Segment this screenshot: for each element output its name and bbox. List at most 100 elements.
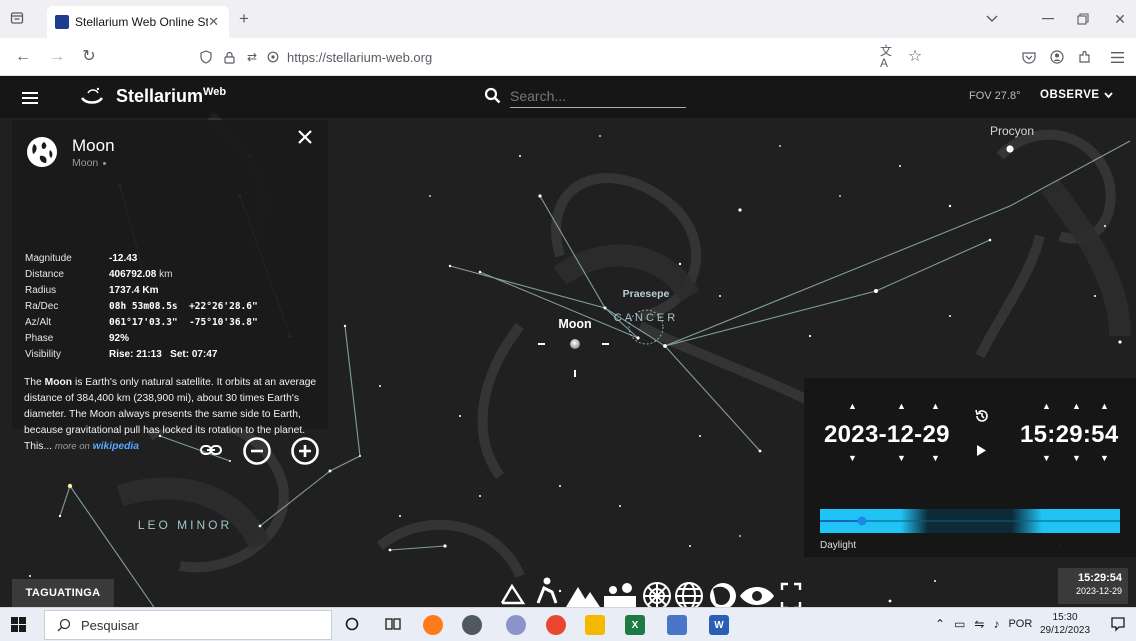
logo-main-text: Stellarium — [116, 86, 204, 106]
object-description: The Moon is Earth's only natural satelli… — [24, 375, 322, 455]
extensions-icon[interactable] — [1076, 49, 1094, 65]
minimize-icon[interactable] — [1040, 11, 1056, 27]
account-icon[interactable] — [1048, 49, 1066, 65]
reset-time-icon[interactable] — [974, 408, 990, 424]
stellarium-app: Procyon Praesepe CANCER Moon LEO MINOR S… — [0, 76, 1136, 607]
bottom-clock-time: 15:29:54 — [1077, 572, 1122, 584]
bottom-clock[interactable]: 15:29:54 2023-12-29 — [1058, 568, 1128, 604]
logo-sup-text: Web — [203, 86, 227, 98]
minute-down-icon[interactable]: ▼ — [1072, 454, 1081, 463]
permissions-icon[interactable]: ⇄ — [244, 50, 260, 64]
stellarium-logo-icon — [80, 84, 104, 108]
object-title: Moon — [72, 136, 115, 155]
daylight-slider[interactable] — [820, 509, 1120, 533]
pocket-icon[interactable] — [1020, 49, 1038, 65]
leo-minor-label: LEO MINOR — [138, 518, 232, 532]
month-up-icon[interactable]: ▲ — [897, 402, 906, 411]
object-properties-table: Magnitude -12.43 Distance 406792.08 km Rad… — [25, 251, 258, 363]
tab-title: Stellarium Web Online Star Map — [75, 15, 209, 29]
slider-thumb[interactable] — [857, 516, 867, 526]
hour-up-icon[interactable]: ▲ — [1042, 402, 1051, 411]
task-view-icon[interactable] — [385, 617, 401, 633]
month-down-icon[interactable]: ▼ — [897, 454, 906, 463]
list-all-tabs-icon[interactable] — [984, 12, 1000, 26]
second-up-icon[interactable]: ▲ — [1100, 402, 1109, 411]
language-indicator[interactable]: POR — [1008, 618, 1032, 630]
battery-icon[interactable]: ▭ — [954, 617, 965, 631]
app-top-bar: StellariumWeb FOV 27.8° OBSERVE — [0, 76, 1136, 118]
zoom-in-icon[interactable] — [290, 436, 320, 466]
hamburger-menu-icon[interactable] — [22, 91, 38, 104]
play-icon[interactable] — [976, 444, 990, 458]
chrome-icon[interactable] — [546, 615, 566, 635]
bottom-clock-date: 2023-12-29 — [1075, 586, 1122, 596]
minute-up-icon[interactable]: ▲ — [1072, 402, 1081, 411]
close-panel-icon[interactable] — [298, 130, 314, 146]
app-icon-paint[interactable] — [506, 615, 526, 635]
active-tab[interactable]: Stellarium Web Online Star Map ✕ — [47, 6, 229, 38]
hour-down-icon[interactable]: ▼ — [1042, 454, 1051, 463]
property-value: 1737.4 Km — [109, 285, 159, 296]
lock-icon[interactable] — [222, 50, 236, 64]
procyon-label[interactable]: Procyon — [990, 124, 1034, 138]
property-label: Phase — [25, 333, 54, 344]
menu-icon[interactable] — [1108, 49, 1126, 65]
location-permission-icon[interactable] — [266, 50, 280, 64]
search-icon[interactable] — [484, 87, 502, 105]
location-button[interactable]: TAGUATINGA — [12, 579, 114, 607]
taskbar-search-text: Pesquisar — [81, 617, 139, 633]
observe-button[interactable]: OBSERVE — [1040, 89, 1113, 101]
bullet-dot — [103, 161, 107, 165]
date-display[interactable]: 2023-12-29 — [824, 421, 950, 449]
network-icon[interactable]: ⇋ — [974, 617, 984, 631]
property-unit: km — [159, 269, 173, 280]
browser-tab-bar: Stellarium Web Online Star Map ✕ + ✕ — [0, 0, 1136, 38]
moon-label[interactable]: Moon — [558, 317, 591, 331]
reload-icon[interactable]: ↻ — [80, 49, 98, 65]
year-up-icon[interactable]: ▲ — [848, 402, 857, 411]
taskbar-time: 15:30 — [1052, 612, 1078, 623]
moon-object[interactable] — [570, 339, 580, 349]
taskbar-clock[interactable]: 15:30 29/12/2023 — [1040, 611, 1090, 637]
app-icon-gray[interactable] — [462, 615, 482, 635]
property-row-radius: Radius 1737.4 Km — [25, 283, 258, 299]
translate-icon[interactable]: 文A — [880, 45, 898, 69]
bookmark-star-icon[interactable]: ☆ — [906, 49, 924, 65]
file-explorer-icon[interactable] — [585, 615, 605, 635]
share-link-icon[interactable] — [200, 443, 222, 459]
firefox-icon[interactable] — [423, 615, 443, 635]
notification-icon[interactable] — [1110, 616, 1126, 632]
praesepe-label[interactable]: Praesepe — [623, 288, 670, 300]
excel-icon[interactable]: X — [625, 615, 645, 635]
search-input[interactable] — [510, 84, 686, 108]
browser-nav-bar: ← → ↻ ⇄ https://stellarium-web.org 文A ☆ — [0, 38, 1136, 76]
url-bar[interactable]: https://stellarium-web.org — [287, 50, 432, 65]
windows-start-icon[interactable] — [11, 617, 27, 633]
restore-icon[interactable] — [1075, 11, 1091, 27]
wikipedia-link[interactable]: wikipedia — [93, 441, 139, 452]
second-down-icon[interactable]: ▼ — [1100, 454, 1109, 463]
day-down-icon[interactable]: ▼ — [931, 454, 940, 463]
property-row-magnitude: Magnitude -12.43 — [25, 251, 258, 267]
property-label: Az/Alt — [25, 317, 52, 328]
close-tab-icon[interactable]: ✕ — [208, 14, 219, 30]
word-icon[interactable]: W — [709, 615, 729, 635]
day-up-icon[interactable]: ▲ — [931, 402, 940, 411]
forward-icon[interactable]: → — [48, 49, 66, 65]
back-icon[interactable]: ← — [14, 49, 32, 65]
time-display[interactable]: 15:29:54 — [1020, 421, 1118, 449]
app-icon-blue[interactable] — [667, 615, 687, 635]
year-down-icon[interactable]: ▼ — [848, 454, 857, 463]
show-hidden-icons-icon[interactable]: ⌃ — [935, 617, 945, 631]
cortana-icon[interactable] — [345, 617, 361, 633]
close-window-icon[interactable]: ✕ — [1112, 11, 1128, 27]
property-row-radec: Ra/Dec 08h 53m08.5s +22°26'28.6" — [25, 299, 258, 315]
zoom-out-icon[interactable] — [242, 436, 272, 466]
desc-pre: The — [24, 377, 42, 388]
taskbar-search[interactable]: Pesquisar — [44, 610, 332, 640]
volume-icon[interactable]: ♪ — [993, 617, 999, 631]
new-tab-icon[interactable]: + — [236, 10, 252, 27]
chevron-down-icon — [1103, 92, 1113, 98]
tracking-protection-icon[interactable] — [198, 50, 214, 64]
tab-list-icon[interactable] — [8, 9, 26, 27]
